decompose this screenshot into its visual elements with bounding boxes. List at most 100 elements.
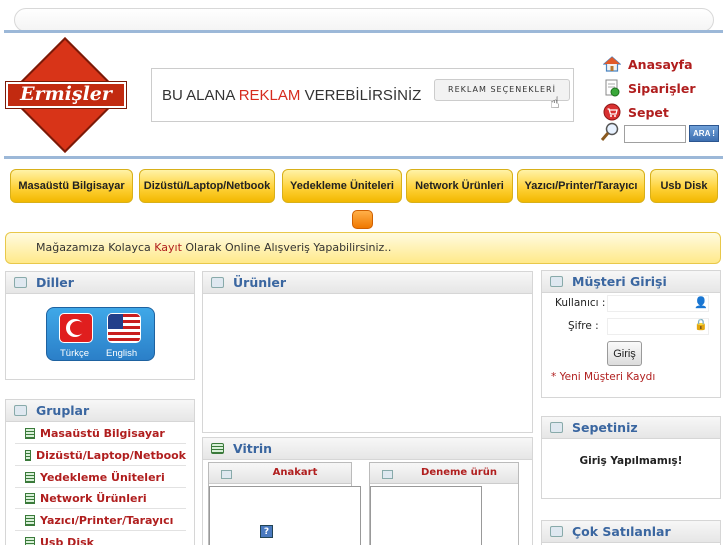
bestsellers-panel: Çok Satılanlar bbox=[541, 520, 721, 545]
showcase-card-deneme-urun[interactable]: Deneme ürün bbox=[369, 462, 519, 545]
showcase-card-header: Deneme ürün bbox=[370, 463, 518, 484]
product-image[interactable]: ? bbox=[209, 486, 361, 545]
panel-header-icon bbox=[550, 526, 563, 537]
ad-text: BU ALANA REKLAM VEREBİLİRSİNİZ bbox=[162, 87, 421, 104]
languages-panel-header: Diller bbox=[6, 272, 194, 294]
panel-header-icon bbox=[14, 277, 27, 288]
language-flags: Türkçe English bbox=[46, 307, 155, 361]
panel-header-icon bbox=[550, 276, 563, 287]
panel-header-icon bbox=[211, 277, 224, 288]
cart-link[interactable]: Sepet bbox=[602, 100, 722, 124]
cart-status: Giriş Yapılmamış! bbox=[579, 455, 683, 467]
groups-title: Gruplar bbox=[36, 403, 90, 418]
password-label: Şifre : bbox=[568, 320, 599, 332]
group-item-label: Dizüstü/Laptop/Netbook bbox=[35, 449, 186, 462]
ad-text-highlight: REKLAM bbox=[238, 87, 301, 104]
nav-yedekleme-uniteleri[interactable]: Yedekleme Üniteleri bbox=[282, 169, 402, 203]
nav-masaustu-bilgisayar[interactable]: Masaüstü Bilgisayar bbox=[10, 169, 133, 203]
search-row: ARA ! bbox=[600, 122, 719, 145]
ad-banner[interactable]: BU ALANA REKLAM VEREBİLİRSİNİZ REKLAM SE… bbox=[151, 68, 574, 122]
showcase-title: Vitrin bbox=[233, 441, 273, 456]
header-top-rule bbox=[4, 30, 723, 33]
login-panel-header: Müşteri Girişi bbox=[542, 271, 720, 293]
top-links: Anasayfa Siparişler Sepet bbox=[602, 52, 722, 124]
panel-header-icon bbox=[550, 422, 563, 433]
cart-link-label: Sepet bbox=[628, 104, 669, 120]
header-bottom-rule bbox=[4, 156, 723, 159]
product-image[interactable] bbox=[370, 486, 482, 545]
broken-image-icon: ? bbox=[260, 525, 273, 538]
lang-turkish-label[interactable]: Türkçe bbox=[60, 348, 89, 359]
orders-icon bbox=[602, 79, 622, 97]
nav-dizustu-laptop-netbook[interactable]: Dizüstü/Laptop/Netbook bbox=[139, 169, 275, 203]
nav-usb-disk[interactable]: Usb Disk bbox=[650, 169, 718, 203]
search-button[interactable]: ARA ! bbox=[689, 125, 719, 142]
home-icon bbox=[602, 55, 622, 73]
user-icon: 👤 bbox=[694, 296, 708, 309]
card-header-icon bbox=[382, 470, 393, 479]
welcome-text-1: Mağazamıza Kolayca bbox=[36, 241, 155, 254]
ad-text-part2: VEREBİLİRSİNİZ bbox=[300, 87, 422, 104]
group-item-label: Yazıcı/Printer/Tarayıcı bbox=[40, 514, 174, 527]
group-item-network[interactable]: Network Ürünleri bbox=[15, 489, 186, 509]
username-label: Kullanıcı : bbox=[555, 297, 606, 309]
bestsellers-title: Çok Satılanlar bbox=[572, 524, 671, 539]
panel-header-icon bbox=[14, 405, 27, 416]
lock-icon: 🔒 bbox=[694, 318, 708, 331]
showcase-card-anakart[interactable]: Anakart ? bbox=[208, 462, 361, 545]
cart-icon bbox=[602, 103, 622, 121]
logo[interactable]: Ermişler bbox=[5, 37, 127, 153]
orange-dot-icon bbox=[352, 210, 373, 229]
ad-text-part1: BU ALANA bbox=[162, 87, 239, 104]
nav-yazici-printer-tarayici[interactable]: Yazıcı/Printer/Tarayıcı bbox=[517, 169, 645, 203]
bestsellers-panel-header: Çok Satılanlar bbox=[542, 521, 720, 543]
search-input[interactable] bbox=[624, 124, 686, 143]
group-item-dizustu[interactable]: Dizüstü/Laptop/Netbook bbox=[15, 446, 186, 466]
nav-network-urunleri[interactable]: Network Ürünleri bbox=[406, 169, 513, 203]
home-link-label: Anasayfa bbox=[628, 56, 693, 72]
group-item-usb-disk[interactable]: Usb Disk bbox=[15, 533, 186, 545]
products-panel: Ürünler bbox=[202, 271, 533, 433]
languages-title: Diller bbox=[36, 275, 74, 290]
groups-panel-header: Gruplar bbox=[6, 400, 194, 422]
list-icon bbox=[25, 428, 35, 439]
login-title: Müşteri Girişi bbox=[572, 274, 667, 289]
list-icon bbox=[211, 443, 224, 454]
showcase-panel-header: Vitrin bbox=[203, 438, 532, 460]
hand-cursor-icon: ☝ bbox=[550, 93, 560, 112]
list-icon bbox=[25, 537, 35, 545]
list-icon bbox=[25, 493, 35, 504]
logo-text: Ermişler bbox=[20, 83, 112, 105]
search-icon bbox=[600, 122, 620, 145]
card-header-icon bbox=[221, 470, 232, 479]
group-item-label: Usb Disk bbox=[40, 536, 94, 545]
login-button[interactable]: Giriş bbox=[607, 341, 642, 366]
orders-link[interactable]: Siparişler bbox=[602, 76, 722, 100]
cart-title: Sepetiniz bbox=[572, 420, 638, 435]
top-bar bbox=[14, 8, 714, 32]
showcase-card-header: Anakart bbox=[209, 463, 351, 484]
turkish-flag-icon[interactable] bbox=[59, 313, 93, 343]
english-flag-icon[interactable] bbox=[107, 313, 141, 343]
orders-link-label: Siparişler bbox=[628, 80, 696, 96]
new-customer-link[interactable]: * Yeni Müşteri Kaydı bbox=[551, 371, 655, 383]
lang-english-label[interactable]: English bbox=[106, 348, 137, 359]
group-item-label: Masaüstü Bilgisayar bbox=[40, 427, 165, 440]
showcase-card-title[interactable]: Deneme ürün bbox=[400, 467, 518, 478]
cart-panel-header: Sepetiniz bbox=[542, 417, 720, 439]
products-title: Ürünler bbox=[233, 275, 287, 290]
group-item-yazici[interactable]: Yazıcı/Printer/Tarayıcı bbox=[15, 511, 186, 531]
list-icon bbox=[25, 515, 35, 526]
group-item-label: Yedekleme Üniteleri bbox=[40, 471, 165, 484]
group-item-label: Network Ürünleri bbox=[40, 492, 147, 505]
welcome-text-2: Olarak Online Alışveriş Yapabilirsiniz.. bbox=[181, 241, 392, 254]
home-link[interactable]: Anasayfa bbox=[602, 52, 722, 76]
list-icon bbox=[25, 472, 35, 483]
register-link[interactable]: Kayıt bbox=[154, 241, 182, 254]
group-item-masaustu[interactable]: Masaüstü Bilgisayar bbox=[15, 424, 186, 444]
group-item-yedekleme[interactable]: Yedekleme Üniteleri bbox=[15, 468, 186, 488]
showcase-card-title[interactable]: Anakart bbox=[239, 467, 351, 478]
products-panel-header: Ürünler bbox=[203, 272, 532, 294]
welcome-bar: Mağazamıza Kolayca Kayıt Olarak Online A… bbox=[5, 232, 721, 264]
list-icon bbox=[25, 450, 31, 461]
